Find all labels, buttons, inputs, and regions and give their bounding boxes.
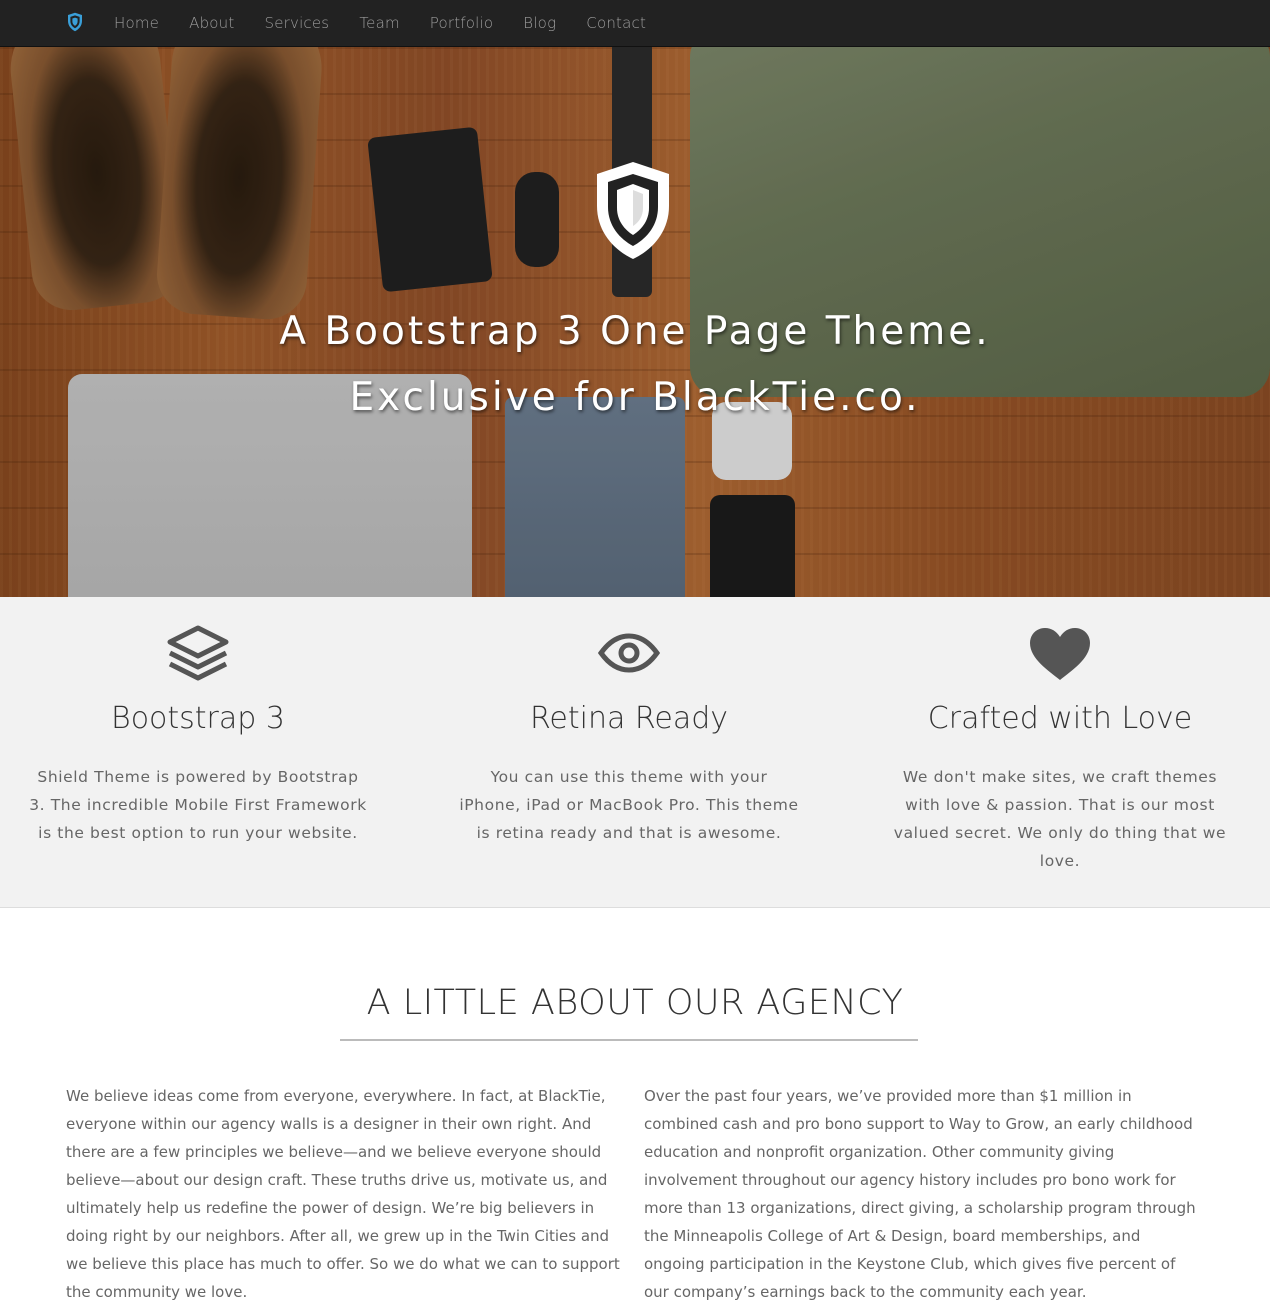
nav-contact[interactable]: Contact <box>571 0 661 47</box>
brand-shield-icon[interactable] <box>67 12 83 32</box>
nav-about[interactable]: About <box>174 0 249 47</box>
nav-team[interactable]: Team <box>344 0 414 47</box>
hero-section: A Bootstrap 3 One Page Theme. Exclusive … <box>0 47 1270 597</box>
nav-services[interactable]: Services <box>249 0 344 47</box>
about-text-left: We believe ideas come from everyone, eve… <box>66 1087 620 1301</box>
feature-text: Shield Theme is powered by Bootstrap 3. … <box>29 768 367 842</box>
nav-home[interactable]: Home <box>99 0 174 47</box>
about-heading: A LITTLE ABOUT OUR AGENCY <box>366 983 904 1023</box>
nav-portfolio[interactable]: Portfolio <box>415 0 509 47</box>
hero-shield-icon <box>594 160 672 260</box>
about-text-right: Over the past four years, we’ve provided… <box>644 1087 1196 1301</box>
feature-title: Bootstrap 3 <box>111 701 285 736</box>
nav-blog[interactable]: Blog <box>508 0 571 47</box>
hero-title-line2: Exclusive for BlackTie.co. <box>349 375 921 420</box>
feature-title: Crafted with Love <box>927 701 1193 736</box>
navbar: Home About Services Team Portfolio Blog … <box>0 0 1270 47</box>
about-divider <box>340 1039 918 1041</box>
heart-icon <box>1029 627 1091 686</box>
feature-title: Retina Ready <box>529 701 729 736</box>
nav-menu: Home About Services Team Portfolio Blog … <box>99 0 661 47</box>
eye-icon <box>597 633 661 678</box>
hero-title-line1: A Bootstrap 3 One Page Theme. <box>279 309 991 354</box>
layers-icon <box>167 625 229 686</box>
features-section: Bootstrap 3 Shield Theme is powered by B… <box>0 597 1270 908</box>
feature-text: You can use this theme with your iPhone,… <box>459 768 799 842</box>
feature-text: We don't make sites, we craft themes wit… <box>893 768 1227 870</box>
